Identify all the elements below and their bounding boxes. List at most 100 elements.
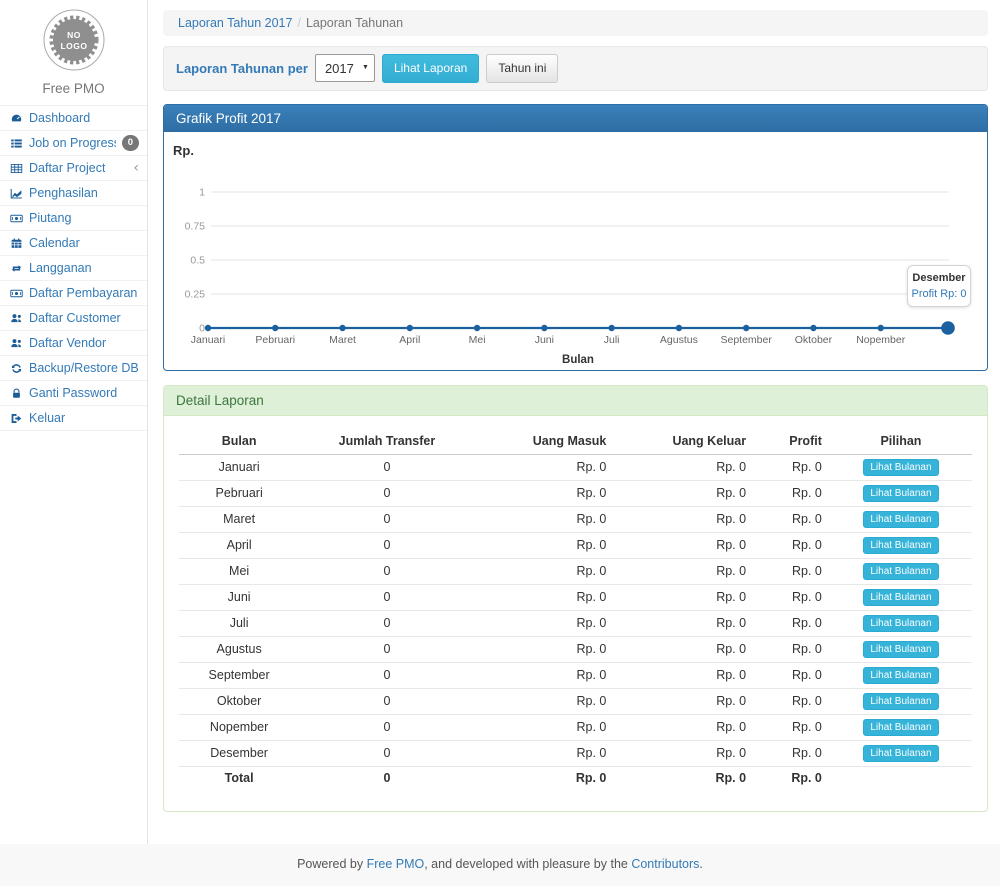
table-header-row: BulanJumlah TransferUang MasukUang Kelua… bbox=[179, 428, 972, 455]
users-icon bbox=[9, 311, 23, 325]
sidebar-item-daftar-project[interactable]: Daftar Project‹ bbox=[0, 156, 147, 181]
money-icon bbox=[9, 211, 23, 225]
cell: Rp. 0 bbox=[754, 532, 830, 558]
lihat-laporan-button[interactable]: Lihat Laporan bbox=[382, 54, 479, 83]
cell: 0 bbox=[299, 714, 474, 740]
sidebar-item-penghasilan[interactable]: Penghasilan bbox=[0, 181, 147, 206]
lihat-bulanan-button[interactable]: Lihat Bulanan bbox=[863, 745, 938, 762]
lihat-bulanan-button[interactable]: Lihat Bulanan bbox=[863, 511, 938, 528]
cell: Rp. 0 bbox=[475, 558, 615, 584]
total-cell: Rp. 0 bbox=[614, 766, 754, 789]
svg-text:Oktober: Oktober bbox=[795, 334, 833, 346]
logo-section: NO LOGO bbox=[0, 0, 147, 77]
lihat-bulanan-button[interactable]: Lihat Bulanan bbox=[863, 641, 938, 658]
chart-area: Rp. 10.750.50.250JanuariPebruariMaretApr… bbox=[164, 132, 987, 370]
detail-panel-title: Detail Laporan bbox=[164, 386, 987, 416]
cell-action: Lihat Bulanan bbox=[830, 636, 972, 662]
tooltip-title: Desember bbox=[911, 272, 967, 284]
svg-text:Maret: Maret bbox=[329, 334, 356, 346]
sidebar-item-daftar-pembayaran[interactable]: Daftar Pembayaran bbox=[0, 281, 147, 306]
table-row: Desember0Rp. 0Rp. 0Rp. 0Lihat Bulanan bbox=[179, 740, 972, 766]
cell: Rp. 0 bbox=[614, 714, 754, 740]
cell-action: Lihat Bulanan bbox=[830, 480, 972, 506]
sidebar-item-piutang[interactable]: Piutang bbox=[0, 206, 147, 231]
column-header: Uang Keluar bbox=[614, 428, 754, 455]
column-header: Profit bbox=[754, 428, 830, 455]
sidebar-menu: Dashboard Job on Progress 0 Daftar Project‹… bbox=[0, 105, 147, 431]
tahun-ini-button[interactable]: Tahun ini bbox=[486, 54, 558, 83]
sidebar-item-calendar[interactable]: Calendar bbox=[0, 231, 147, 256]
cell: Rp. 0 bbox=[614, 584, 754, 610]
dashboard-icon bbox=[9, 111, 23, 125]
cell: Rp. 0 bbox=[754, 662, 830, 688]
svg-text:April: April bbox=[399, 334, 420, 346]
breadcrumb-link[interactable]: Laporan Tahun 2017 bbox=[178, 16, 292, 30]
lihat-bulanan-button[interactable]: Lihat Bulanan bbox=[863, 589, 938, 606]
table-total-row: Total0Rp. 0Rp. 0Rp. 0 bbox=[179, 766, 972, 789]
refresh-icon bbox=[9, 361, 23, 375]
cell: Rp. 0 bbox=[614, 454, 754, 480]
cell-action: Lihat Bulanan bbox=[830, 506, 972, 532]
sidebar-item-label: Langganan bbox=[29, 260, 92, 276]
cell: Rp. 0 bbox=[475, 584, 615, 610]
breadcrumb-current: Laporan Tahunan bbox=[306, 16, 403, 30]
detail-report-panel: Detail Laporan BulanJumlah TransferUang … bbox=[163, 385, 988, 812]
table-row: Juni0Rp. 0Rp. 0Rp. 0Lihat Bulanan bbox=[179, 584, 972, 610]
cell-action: Lihat Bulanan bbox=[830, 454, 972, 480]
cell-action: Lihat Bulanan bbox=[830, 584, 972, 610]
footer-text-prefix: Powered by bbox=[297, 857, 366, 871]
retweet-icon bbox=[9, 261, 23, 275]
sidebar-item-daftar-vendor[interactable]: Daftar Vendor bbox=[0, 331, 147, 356]
lihat-bulanan-button[interactable]: Lihat Bulanan bbox=[863, 537, 938, 554]
sign-out-icon bbox=[9, 411, 23, 425]
cell: Rp. 0 bbox=[614, 662, 754, 688]
sidebar-item-label: Keluar bbox=[29, 410, 65, 426]
page-footer: Powered by Free PMO, and developed with … bbox=[0, 844, 1000, 886]
count-badge: 0 bbox=[122, 135, 139, 151]
lihat-bulanan-button[interactable]: Lihat Bulanan bbox=[863, 719, 938, 736]
cell: Rp. 0 bbox=[475, 740, 615, 766]
lihat-bulanan-button[interactable]: Lihat Bulanan bbox=[863, 615, 938, 632]
cell: Rp. 0 bbox=[754, 480, 830, 506]
cell-action: Lihat Bulanan bbox=[830, 714, 972, 740]
lihat-bulanan-button[interactable]: Lihat Bulanan bbox=[863, 693, 938, 710]
cell-action: Lihat Bulanan bbox=[830, 532, 972, 558]
cell: 0 bbox=[299, 688, 474, 714]
svg-text:LOGO: LOGO bbox=[60, 41, 87, 51]
free-pmo-link[interactable]: Free PMO bbox=[367, 857, 425, 871]
year-select[interactable]: 2017 bbox=[315, 54, 375, 82]
sidebar-item-label: Job on Progress bbox=[29, 135, 116, 151]
svg-text:Januari: Januari bbox=[191, 334, 225, 346]
total-cell: Rp. 0 bbox=[754, 766, 830, 789]
lihat-bulanan-button[interactable]: Lihat Bulanan bbox=[863, 563, 938, 580]
sidebar-item-label: Backup/Restore DB bbox=[29, 360, 139, 376]
cell: Rp. 0 bbox=[754, 740, 830, 766]
cell: Rp. 0 bbox=[614, 688, 754, 714]
sidebar-item-dashboard[interactable]: Dashboard bbox=[0, 106, 147, 131]
sidebar-item-job-on-progress[interactable]: Job on Progress 0 bbox=[0, 131, 147, 156]
sidebar-item-langganan[interactable]: Langganan bbox=[0, 256, 147, 281]
line-chart-icon bbox=[9, 186, 23, 200]
lihat-bulanan-button[interactable]: Lihat Bulanan bbox=[863, 667, 938, 684]
lihat-bulanan-button[interactable]: Lihat Bulanan bbox=[863, 459, 938, 476]
sidebar-item-ganti-password[interactable]: Ganti Password bbox=[0, 381, 147, 406]
sidebar-item-label: Daftar Pembayaran bbox=[29, 285, 137, 301]
sidebar-item-daftar-customer[interactable]: Daftar Customer bbox=[0, 306, 147, 331]
svg-text:Pebruari: Pebruari bbox=[255, 334, 295, 346]
cell: Rp. 0 bbox=[754, 688, 830, 714]
chevron-left-icon: ‹ bbox=[133, 161, 139, 175]
lihat-bulanan-button[interactable]: Lihat Bulanan bbox=[863, 485, 938, 502]
table-row: September0Rp. 0Rp. 0Rp. 0Lihat Bulanan bbox=[179, 662, 972, 688]
sidebar-item-keluar[interactable]: Keluar bbox=[0, 406, 147, 431]
cell: Rp. 0 bbox=[475, 610, 615, 636]
cell: 0 bbox=[299, 558, 474, 584]
contributors-link[interactable]: Contributors bbox=[631, 857, 699, 871]
cell: Rp. 0 bbox=[614, 610, 754, 636]
cell: 0 bbox=[299, 480, 474, 506]
cell: 0 bbox=[299, 506, 474, 532]
total-cell: 0 bbox=[299, 766, 474, 789]
money-icon bbox=[9, 286, 23, 300]
svg-text:0: 0 bbox=[199, 322, 205, 334]
sidebar-item-backup-restore-db[interactable]: Backup/Restore DB bbox=[0, 356, 147, 381]
table-row: Mei0Rp. 0Rp. 0Rp. 0Lihat Bulanan bbox=[179, 558, 972, 584]
